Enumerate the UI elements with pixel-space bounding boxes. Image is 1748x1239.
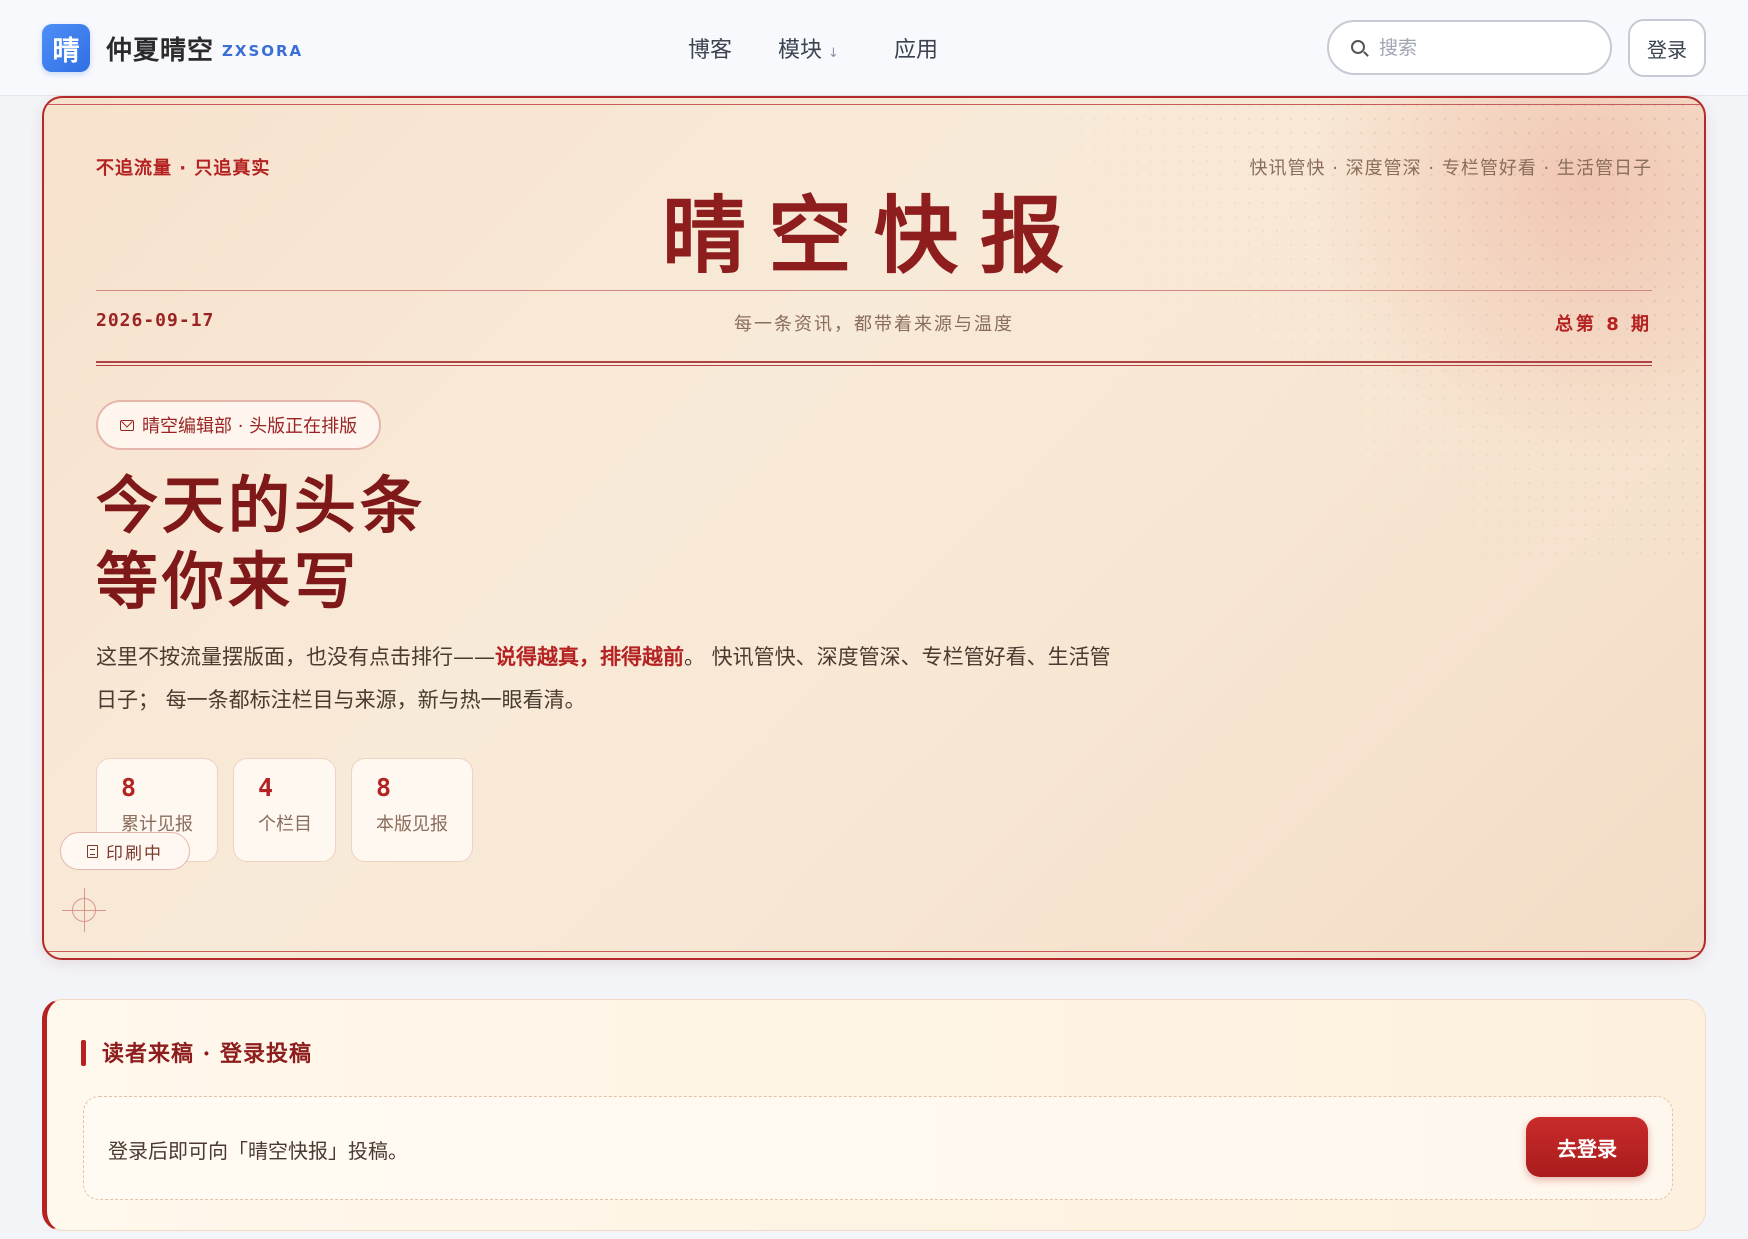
slogan-left: 不追流量 · 只追真实 (96, 158, 271, 179)
stat-label: 个栏目 (258, 814, 312, 835)
nav-item-modules[interactable]: 模块 ↓ (778, 32, 839, 64)
printing-label: 印刷中 (106, 843, 163, 864)
editorial-badge: 晴空编辑部 · 头版正在排版 (96, 400, 382, 450)
submission-title: 读者来稿 · 登录投稿 (102, 1041, 312, 1067)
search-icon (1351, 40, 1365, 54)
issue-number: 总第 8 期 (1554, 314, 1652, 335)
login-button[interactable]: 登录 (1628, 19, 1706, 77)
headline: 今天的头条 等你来写 (96, 468, 426, 620)
lead-paragraph: 这里不按流量摆版面，也没有点击排行——说得越真，排得越前。 快讯管快、深度管深、… (96, 636, 1116, 722)
top-navbar: 晴 仲夏晴空 ZXSORA 博客 模块↓ 应用 登录 (0, 0, 1748, 96)
lead-emphasis: 说得越真，排得越前 (495, 645, 684, 669)
reader-submission-card: 读者来稿 · 登录投稿 登录后即可向「晴空快报」投稿。 去登录 (42, 999, 1706, 1231)
document-icon (87, 844, 98, 858)
nav-label: 模块 (778, 38, 823, 63)
crosshair-icon (62, 888, 106, 932)
arrow-down-icon: ↓ (828, 46, 839, 61)
stat-label: 本版见报 (376, 814, 448, 835)
title-accent-bar (81, 1040, 86, 1066)
printing-badge: 印刷中 (60, 832, 190, 870)
go-login-button[interactable]: 去登录 (1526, 1117, 1648, 1177)
stat-card-this-issue: 8 本版见报 (351, 758, 473, 862)
masthead-motto: 每一条资讯，都带着来源与温度 (734, 314, 1014, 335)
stat-card-columns: 4 个栏目 (233, 758, 336, 862)
double-divider (96, 361, 1652, 366)
nav-item-apps[interactable]: 应用 (894, 32, 938, 64)
submission-hint: 登录后即可向「晴空快报」投稿。 (108, 1139, 408, 1163)
lead-text: 这里不按流量摆版面，也没有点击排行—— (96, 645, 495, 669)
stat-number: 4 (258, 773, 274, 802)
masthead-title: 晴空快报 (661, 186, 1086, 285)
headline-line-1: 今天的头条 (96, 469, 427, 542)
headline-line-2: 等你来写 (96, 545, 361, 618)
divider (96, 290, 1652, 291)
submission-box: 登录后即可向「晴空快报」投稿。 去登录 (83, 1096, 1673, 1200)
stat-number: 8 (376, 773, 392, 802)
nav-item-blog[interactable]: 博客 (688, 32, 732, 64)
stat-number: 8 (121, 773, 137, 802)
search-input[interactable] (1379, 32, 1599, 64)
search-box[interactable] (1327, 20, 1612, 75)
badge-label: 晴空编辑部 · 头版正在排版 (142, 416, 358, 437)
nav-label: 博客 (688, 38, 733, 63)
mail-icon (120, 419, 134, 431)
slogan-right: 快讯管快 · 深度管深 · 专栏管好看 · 生活管日子 (1249, 158, 1652, 179)
newspaper-hero: 不追流量 · 只追真实 快讯管快 · 深度管深 · 专栏管好看 · 生活管日子 … (42, 96, 1706, 960)
nav-label: 应用 (894, 38, 939, 63)
